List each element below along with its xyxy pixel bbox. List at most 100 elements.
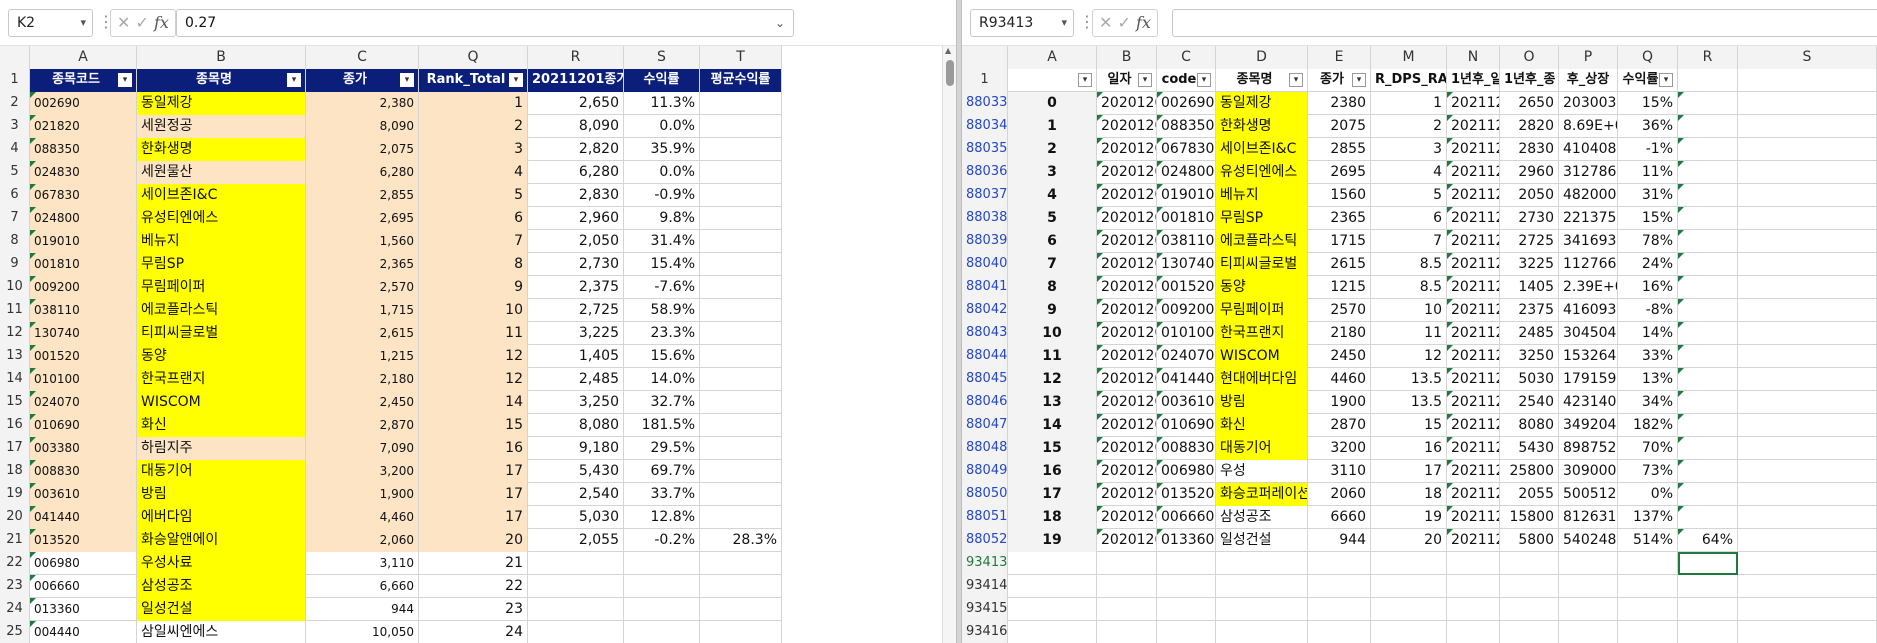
cell-code[interactable]: 001810	[30, 253, 137, 276]
empty-cell[interactable]	[1097, 598, 1157, 621]
cell-close-20211201[interactable]: 2,820	[528, 138, 624, 161]
cell-code[interactable]: 001810	[1157, 207, 1216, 230]
cell-close-20211201[interactable]: 1,405	[528, 345, 624, 368]
cell-code[interactable]: 010690	[1157, 414, 1216, 437]
filter-dropdown-icon[interactable]: ▾	[509, 73, 523, 87]
cell-return[interactable]: 0.0%	[624, 115, 700, 138]
empty-cell[interactable]	[1618, 598, 1678, 621]
column-header-r[interactable]: R	[1678, 46, 1738, 69]
cell-avg-return[interactable]	[700, 414, 782, 437]
column-header-o[interactable]: O	[1500, 46, 1559, 69]
cell-date[interactable]: 20201201	[1097, 483, 1157, 506]
cell-r-dps-rank[interactable]: 2	[1371, 115, 1447, 138]
cell-rank[interactable]: 6	[419, 207, 528, 230]
cell-return[interactable]: -0.9%	[624, 184, 700, 207]
cell-r-dps-rank[interactable]: 19	[1371, 506, 1447, 529]
cell-shares[interactable]: 34920410	[1559, 414, 1618, 437]
cell-code[interactable]: 010100	[30, 368, 137, 391]
empty-cell[interactable]	[1447, 575, 1500, 598]
cell-return[interactable]: -7.6%	[624, 276, 700, 299]
cell-rank[interactable]: 3	[419, 138, 528, 161]
cell-close-1y[interactable]: 25800	[1500, 460, 1559, 483]
cell-avg-return[interactable]	[700, 299, 782, 322]
cell-index[interactable]: 5	[1008, 207, 1097, 230]
cell-return[interactable]: 35.9%	[624, 138, 700, 161]
cell-r-dps-rank[interactable]: 7	[1371, 230, 1447, 253]
cell-s[interactable]	[1738, 299, 1877, 322]
cell-avg-return[interactable]	[700, 437, 782, 460]
enter-icon[interactable]: ✓	[136, 13, 149, 32]
filter-dropdown-icon[interactable]: ▾	[1352, 73, 1366, 87]
cell-code[interactable]: 088350	[30, 138, 137, 161]
cell-date[interactable]: 20201201	[1097, 529, 1157, 552]
cell-name[interactable]: 삼성공조	[1216, 506, 1308, 529]
column-header-q[interactable]: Q	[419, 46, 528, 69]
cell-shares[interactable]: 8.69E+08	[1559, 115, 1618, 138]
cell-index[interactable]: 6	[1008, 230, 1097, 253]
empty-cell[interactable]	[1371, 552, 1447, 575]
cell-price[interactable]: 1560	[1308, 184, 1371, 207]
cell-date-1y[interactable]: 20211201	[1447, 207, 1500, 230]
cell-r[interactable]	[1678, 115, 1738, 138]
scroll-thumb[interactable]	[946, 60, 954, 86]
cell-date[interactable]: 20201201	[1097, 253, 1157, 276]
cell-price[interactable]: 2,180	[306, 368, 419, 391]
cell-price[interactable]: 2570	[1308, 299, 1371, 322]
cell-r[interactable]: 64%	[1678, 529, 1738, 552]
empty-cell[interactable]	[1738, 552, 1877, 575]
cell-s[interactable]	[1738, 437, 1877, 460]
cell-date[interactable]: 20201201	[1097, 460, 1157, 483]
cell-avg-return[interactable]	[700, 115, 782, 138]
cell-avg-return[interactable]	[700, 138, 782, 161]
cell-rank[interactable]: 17	[419, 506, 528, 529]
cell-r-dps-rank[interactable]: 6	[1371, 207, 1447, 230]
cell-name[interactable]: 방림	[137, 483, 306, 506]
cell-price[interactable]: 2060	[1308, 483, 1371, 506]
empty-cell[interactable]	[1447, 598, 1500, 621]
cell-date[interactable]: 20201201	[1097, 368, 1157, 391]
cell-rank[interactable]: 17	[419, 483, 528, 506]
cell-price[interactable]: 2,380	[306, 92, 419, 115]
cell-date-1y[interactable]: 20211201	[1447, 368, 1500, 391]
column-header-a[interactable]: A	[1008, 46, 1097, 69]
cell-code[interactable]: 019010	[30, 230, 137, 253]
cell-date-1y[interactable]: 20211201	[1447, 92, 1500, 115]
cell-close-1y[interactable]: 2375	[1500, 299, 1559, 322]
column-header-c[interactable]: C	[306, 46, 419, 69]
cell-date-1y[interactable]: 20211201	[1447, 230, 1500, 253]
cell-index[interactable]: 18	[1008, 506, 1097, 529]
cell-s[interactable]	[1738, 391, 1877, 414]
cell-r[interactable]	[1678, 253, 1738, 276]
cell-code[interactable]: 006980	[1157, 460, 1216, 483]
cell-return[interactable]: 33.7%	[624, 483, 700, 506]
cell-code[interactable]: 002690	[30, 92, 137, 115]
cell-close-20211201[interactable]: 2,375	[528, 276, 624, 299]
name-box[interactable]: R93413 ▾	[970, 9, 1074, 37]
cell-return[interactable]: 14%	[1618, 322, 1678, 345]
cell-name[interactable]: 일성건설	[1216, 529, 1308, 552]
cell-r-dps-rank[interactable]: 3	[1371, 138, 1447, 161]
cell-s[interactable]	[1738, 138, 1877, 161]
cell-r-dps-rank[interactable]: 1	[1371, 92, 1447, 115]
cell-s[interactable]	[1738, 345, 1877, 368]
cell-shares[interactable]: 30450420	[1559, 322, 1618, 345]
cell-date-1y[interactable]: 20211201	[1447, 529, 1500, 552]
cell-name[interactable]: WISCOM	[1216, 345, 1308, 368]
cell-close-20211201[interactable]	[528, 621, 624, 643]
cell-name[interactable]: 세이브존I&C	[137, 184, 306, 207]
cell-close-1y[interactable]: 2540	[1500, 391, 1559, 414]
cell-return[interactable]: -8%	[1618, 299, 1678, 322]
empty-cell[interactable]	[1097, 621, 1157, 643]
cell-return[interactable]	[624, 552, 700, 575]
cell-r[interactable]	[1678, 92, 1738, 115]
cell-close-1y[interactable]: 1405	[1500, 276, 1559, 299]
empty-cell[interactable]	[1371, 621, 1447, 643]
cell-price[interactable]: 2,075	[306, 138, 419, 161]
cell-name[interactable]: 한화생명	[137, 138, 306, 161]
cell-name[interactable]: 방림	[1216, 391, 1308, 414]
cell-shares[interactable]: 50051252	[1559, 483, 1618, 506]
cell-code[interactable]: 009200	[1157, 299, 1216, 322]
cell-rank[interactable]: 4	[419, 161, 528, 184]
cell-price[interactable]: 2870	[1308, 414, 1371, 437]
cell-rank[interactable]: 1	[419, 92, 528, 115]
